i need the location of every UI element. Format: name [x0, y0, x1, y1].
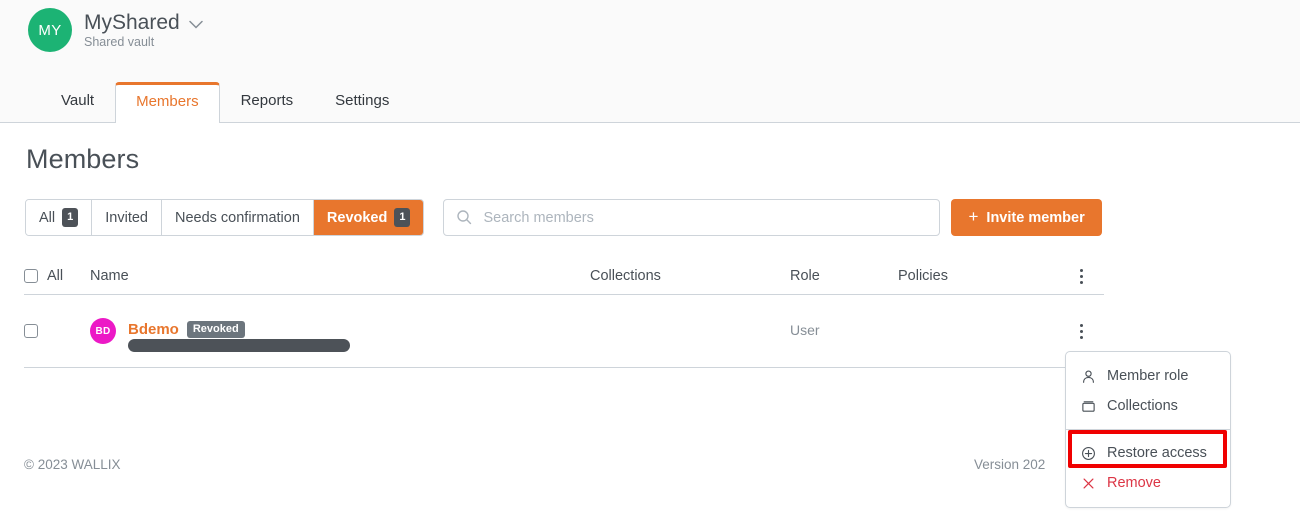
row-select-cell: [24, 324, 90, 338]
table-row: BD Bdemo Revoked User: [24, 295, 1104, 368]
filter-revoked-label: Revoked: [326, 209, 388, 226]
chevron-down-icon[interactable]: [188, 20, 203, 29]
org-text: MyShared Shared vault: [84, 11, 203, 50]
table-header-row: All Name Collections Role Policies: [24, 258, 1104, 295]
close-x-icon: [1080, 475, 1096, 491]
plus-circle-icon: [1080, 445, 1096, 461]
column-header-name[interactable]: Name: [90, 268, 590, 284]
menu-item-remove[interactable]: Remove: [1066, 468, 1230, 498]
row-checkbox[interactable]: [24, 324, 38, 338]
organization-switcher[interactable]: MY MyShared Shared vault: [28, 8, 203, 52]
context-menu-group-primary: Member role Collections: [1066, 359, 1230, 423]
search-container: [443, 199, 941, 236]
column-header-role[interactable]: Role: [790, 268, 898, 284]
member-name-row: Bdemo Revoked: [128, 321, 245, 338]
filter-all-count: 1: [62, 208, 79, 227]
plus-icon: +: [968, 207, 979, 226]
filter-revoked-count: 1: [394, 208, 411, 227]
row-context-menu: Member role Collections Restore access R…: [1065, 351, 1231, 508]
column-header-policies[interactable]: Policies: [898, 268, 1058, 284]
filter-invited[interactable]: Invited: [92, 200, 162, 235]
menu-item-member-role[interactable]: Member role: [1066, 361, 1230, 391]
filter-needs-confirmation-label: Needs confirmation: [174, 209, 300, 226]
member-texts: Bdemo Revoked: [128, 321, 350, 352]
status-badge: Revoked: [186, 321, 245, 338]
members-toolbar: All 1 Invited Needs confirmation Revoked…: [25, 199, 1102, 236]
members-page: MY MyShared Shared vault Vault Members R…: [0, 0, 1300, 529]
menu-item-collections[interactable]: Collections: [1066, 391, 1230, 421]
filter-all-label: All: [39, 209, 56, 226]
footer-version: Version 202: [974, 457, 1046, 472]
main-tabs: Vault Members Reports Settings: [40, 81, 410, 123]
member-cell: BD Bdemo Revoked: [90, 318, 590, 352]
context-menu-divider: [1066, 429, 1230, 430]
context-menu-group-secondary: Restore access Remove: [1066, 436, 1230, 500]
page-title: Members: [26, 144, 140, 174]
footer-copyright: © 2023 WALLIX: [24, 457, 121, 472]
email-redaction-bar: [128, 339, 350, 352]
filter-needs-confirmation[interactable]: Needs confirmation: [161, 200, 314, 235]
kebab-menu-icon[interactable]: [1071, 265, 1091, 287]
filter-revoked[interactable]: Revoked 1: [313, 200, 424, 235]
status-filter-group: All 1 Invited Needs confirmation Revoked…: [25, 199, 425, 236]
role-text: User: [790, 322, 820, 338]
column-header-collections[interactable]: Collections: [590, 268, 790, 284]
app-header: MY MyShared Shared vault Vault Members R…: [0, 0, 1300, 123]
menu-item-member-role-label: Member role: [1107, 368, 1189, 384]
select-all-checkbox[interactable]: [24, 269, 38, 283]
filter-invited-label: Invited: [105, 209, 148, 226]
row-options-cell: [1058, 320, 1104, 342]
header-options-cell: [1058, 265, 1104, 287]
menu-item-restore-access-label: Restore access: [1107, 445, 1207, 461]
select-all-cell: All: [24, 268, 90, 284]
member-name-link[interactable]: Bdemo: [128, 321, 179, 338]
folder-icon: [1080, 398, 1096, 414]
menu-item-restore-access[interactable]: Restore access: [1066, 438, 1230, 468]
tab-reports[interactable]: Reports: [220, 81, 315, 122]
row-role-cell: User: [790, 322, 898, 340]
row-kebab-menu-icon[interactable]: [1071, 320, 1091, 342]
select-all-label: All: [47, 268, 64, 284]
person-icon: [1080, 368, 1096, 384]
org-avatar: MY: [28, 8, 72, 52]
tab-settings[interactable]: Settings: [314, 81, 410, 122]
tab-members[interactable]: Members: [115, 82, 220, 123]
org-name: MyShared: [84, 10, 180, 34]
filter-all[interactable]: All 1: [26, 200, 93, 235]
org-name-row: MyShared: [84, 11, 203, 34]
search-input[interactable]: [443, 199, 941, 236]
invite-member-button[interactable]: + Invite member: [951, 199, 1102, 236]
menu-item-collections-label: Collections: [1107, 398, 1178, 414]
avatar: BD: [90, 318, 116, 344]
tab-vault[interactable]: Vault: [40, 81, 115, 122]
menu-item-remove-label: Remove: [1107, 475, 1161, 491]
members-table: All Name Collections Role Policies BD Bd…: [24, 258, 1104, 368]
invite-member-label: Invite member: [986, 209, 1085, 226]
row-name-cell: BD Bdemo Revoked: [90, 318, 590, 352]
org-subtitle: Shared vault: [84, 34, 155, 49]
